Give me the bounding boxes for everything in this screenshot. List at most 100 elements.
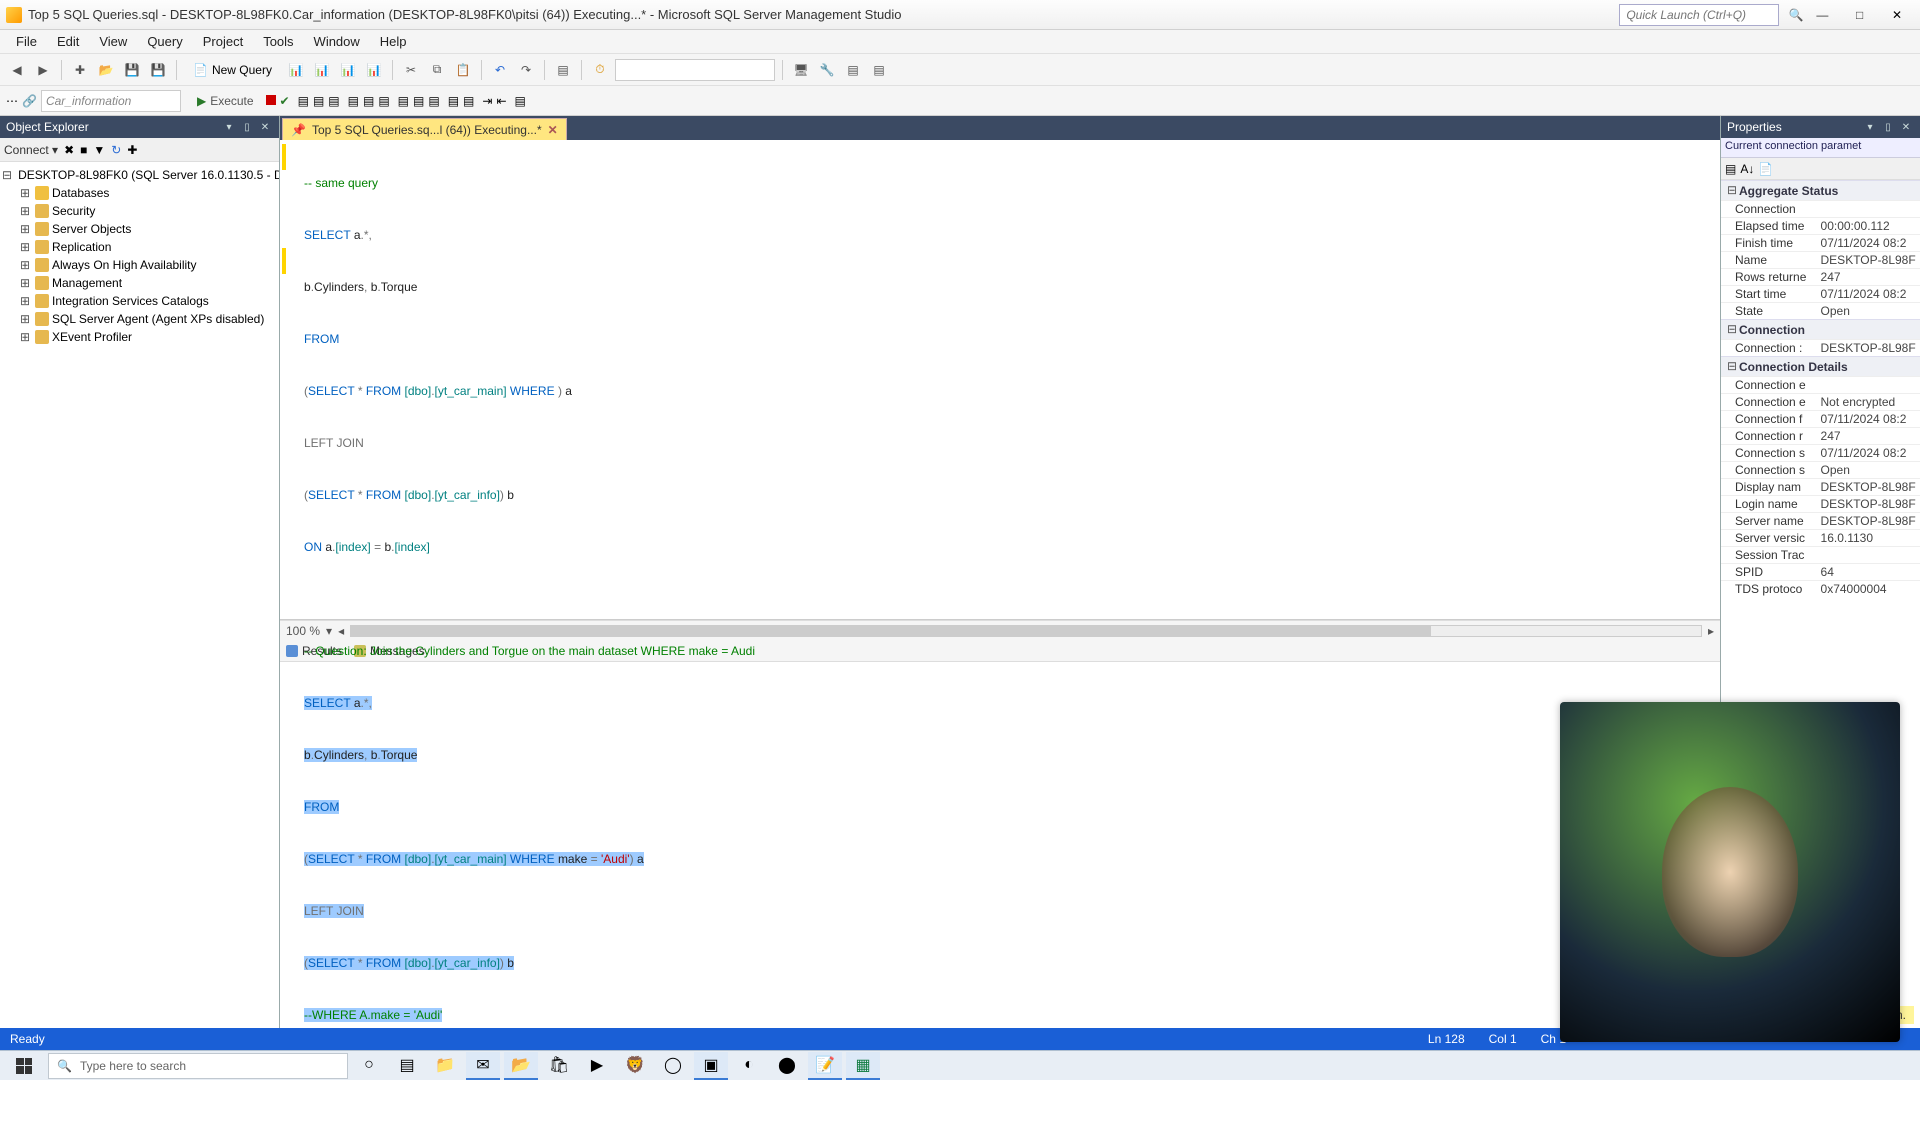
cancel-query-button[interactable] — [266, 94, 276, 108]
oe-plus-icon[interactable]: ✚ — [127, 143, 137, 157]
oe-refresh-icon[interactable]: ↻ — [111, 143, 121, 157]
prop-close-icon[interactable]: ✕ — [1898, 119, 1914, 135]
prop-cat-connection[interactable]: ⊟Connection — [1721, 319, 1920, 339]
tool-a-icon[interactable]: 🔧 — [816, 59, 838, 81]
copy-button[interactable]: ⧉ — [426, 59, 448, 81]
menu-tools[interactable]: Tools — [253, 34, 303, 49]
taskbar-search[interactable]: 🔍 Type here to search — [48, 1053, 348, 1079]
mdx-query-icon[interactable]: 📊 — [337, 59, 359, 81]
chrome-icon[interactable]: ◯ — [656, 1052, 690, 1080]
expand-icon[interactable]: ⊞ — [18, 276, 32, 291]
change-conn-icon[interactable]: 🔗 — [22, 94, 37, 108]
expand-icon[interactable]: ⊞ — [18, 294, 32, 309]
connect-button[interactable]: Connect ▾ — [4, 143, 58, 157]
prop-cat-connection-details[interactable]: ⊟Connection Details — [1721, 356, 1920, 376]
tree-isc[interactable]: ⊞Integration Services Catalogs — [2, 292, 277, 310]
new-query-button[interactable]: 📄 New Query — [184, 59, 281, 81]
oe-dropdown-icon[interactable]: ▾ — [221, 119, 237, 135]
tree-aoha[interactable]: ⊞Always On High Availability — [2, 256, 277, 274]
brave-icon[interactable]: 🦁 — [618, 1052, 652, 1080]
new-file-button[interactable]: ✚ — [69, 59, 91, 81]
prop-cat-aggregate[interactable]: ⊟Aggregate Status — [1721, 180, 1920, 200]
collapse-icon[interactable]: ⊟ — [2, 168, 12, 183]
results-file-icon[interactable]: ▤ — [428, 94, 439, 108]
obs-icon[interactable]: ⬤ — [770, 1052, 804, 1080]
undo-button[interactable]: ↶ — [489, 59, 511, 81]
start-button[interactable] — [4, 1052, 44, 1080]
prop-pin-icon[interactable]: ▯ — [1880, 119, 1896, 135]
tree-databases[interactable]: ⊞Databases — [2, 184, 277, 202]
menu-edit[interactable]: Edit — [47, 34, 89, 49]
execute-button[interactable]: ▶ Execute — [189, 90, 262, 112]
expand-icon[interactable]: ⊞ — [18, 258, 32, 273]
find-combo[interactable] — [615, 59, 775, 81]
tree-xevent[interactable]: ⊞XEvent Profiler — [2, 328, 277, 346]
specify-values-icon[interactable]: ▤ — [515, 94, 526, 108]
oe-filter-icon[interactable]: ▼ — [93, 143, 105, 157]
menu-help[interactable]: Help — [370, 34, 417, 49]
search-icon[interactable]: 🔍 — [1787, 8, 1805, 22]
explorer-icon[interactable]: 📁 — [428, 1052, 462, 1080]
maximize-button[interactable]: □ — [1843, 4, 1877, 26]
object-explorer-tree[interactable]: ⊟ DESKTOP-8L98FK0 (SQL Server 16.0.1130.… — [0, 162, 279, 1050]
oe-disconnect-icon[interactable]: ✖ — [64, 143, 74, 157]
menu-project[interactable]: Project — [193, 34, 253, 49]
menu-file[interactable]: File — [6, 34, 47, 49]
folder-icon[interactable]: 📂 — [504, 1052, 538, 1080]
expand-icon[interactable]: ⊞ — [18, 186, 32, 201]
alphabetical-icon[interactable]: A↓ — [1740, 162, 1754, 176]
client-stats-icon[interactable]: ▤ — [378, 94, 389, 108]
store-icon[interactable]: 🛍 — [542, 1052, 576, 1080]
editor-content[interactable]: -- same query SELECT a.*, b.Cylinders, b… — [280, 140, 1720, 1136]
excel-icon[interactable]: ▦ — [846, 1052, 880, 1080]
app2-icon[interactable]: ◐ — [732, 1052, 766, 1080]
tree-server-objects[interactable]: ⊞Server Objects — [2, 220, 277, 238]
expand-icon[interactable]: ⊞ — [18, 204, 32, 219]
horizontal-scrollbar[interactable] — [350, 625, 1702, 637]
categorized-icon[interactable]: ▤ — [1725, 162, 1736, 176]
database-selector[interactable] — [41, 90, 181, 112]
expand-icon[interactable]: ⊞ — [18, 312, 32, 327]
solution-button[interactable]: ▤ — [552, 59, 574, 81]
tree-replication[interactable]: ⊞Replication — [2, 238, 277, 256]
document-tab-active[interactable]: 📌 Top 5 SQL Queries.sq...l (64)) Executi… — [282, 118, 567, 140]
save-all-button[interactable]: 💾 — [147, 59, 169, 81]
db-engine-query-icon[interactable]: 📊 — [285, 59, 307, 81]
prop-pages-icon[interactable]: 📄 — [1758, 162, 1773, 176]
indent-icon[interactable]: ⇥ — [482, 94, 492, 108]
registered-servers-icon[interactable]: 🖥 — [790, 59, 812, 81]
expand-icon[interactable]: ⊞ — [18, 330, 32, 345]
expand-icon[interactable]: ⊞ — [18, 240, 32, 255]
results-grid-icon[interactable]: ▤ — [413, 94, 424, 108]
oe-stop-icon[interactable]: ■ — [80, 143, 87, 157]
results-text-icon[interactable]: ▤ — [398, 94, 409, 108]
cortana-icon[interactable]: ○ — [352, 1052, 386, 1080]
close-tab-icon[interactable]: ✕ — [548, 123, 558, 137]
comment-icon[interactable]: ▤ — [448, 94, 459, 108]
tree-agent[interactable]: ⊞SQL Server Agent (Agent XPs disabled) — [2, 310, 277, 328]
oe-close-icon[interactable]: ✕ — [257, 119, 273, 135]
tool-b-icon[interactable]: ▤ — [842, 59, 864, 81]
minimize-button[interactable]: — — [1805, 4, 1839, 26]
analysis-query-icon[interactable]: 📊 — [311, 59, 333, 81]
nav-back-button[interactable]: ◀ — [6, 59, 28, 81]
outdent-icon[interactable]: ⇤ — [496, 94, 506, 108]
nav-fwd-button[interactable]: ▶ — [32, 59, 54, 81]
pin-icon[interactable]: 📌 — [291, 123, 306, 137]
uncomment-icon[interactable]: ▤ — [463, 94, 474, 108]
activity-monitor-icon[interactable]: ⏱ — [589, 59, 611, 81]
cut-button[interactable]: ✂ — [400, 59, 422, 81]
tree-server-node[interactable]: ⊟ DESKTOP-8L98FK0 (SQL Server 16.0.1130.… — [2, 166, 277, 184]
app-icon[interactable]: ▣ — [694, 1052, 728, 1080]
use-db-icon[interactable]: ⋯ — [6, 94, 18, 108]
paste-button[interactable]: 📋 — [452, 59, 474, 81]
prop-dropdown-icon[interactable]: ▾ — [1862, 119, 1878, 135]
save-button[interactable]: 💾 — [121, 59, 143, 81]
redo-button[interactable]: ↷ — [515, 59, 537, 81]
tool-c-icon[interactable]: ▤ — [868, 59, 890, 81]
open-file-button[interactable]: 📂 — [95, 59, 117, 81]
query-options-icon[interactable]: ▤ — [313, 94, 324, 108]
parse-button[interactable]: ✔ — [280, 94, 290, 108]
menu-query[interactable]: Query — [137, 34, 192, 49]
include-plan-icon[interactable]: ▤ — [348, 94, 359, 108]
